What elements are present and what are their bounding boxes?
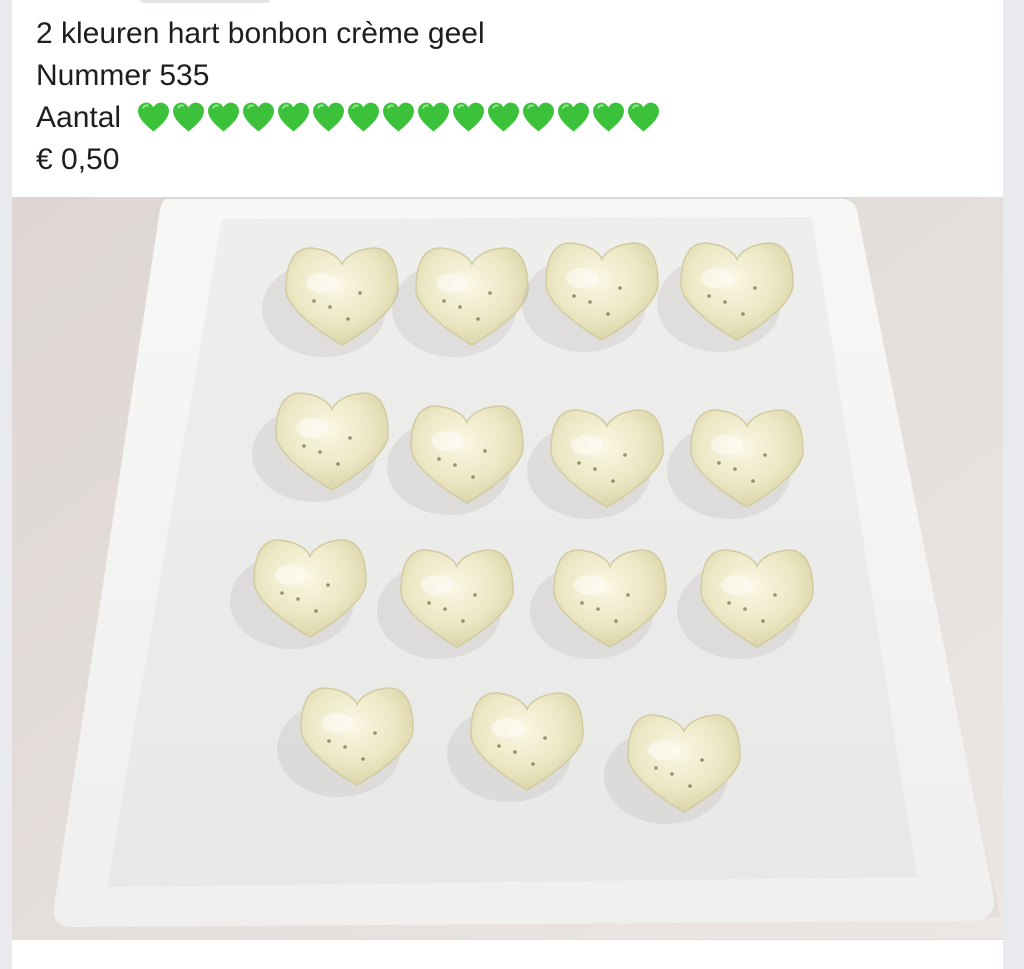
post-title: 2 kleuren hart bonbon crème geel: [36, 17, 485, 50]
green-heart-icon: [628, 102, 660, 132]
green-heart-icon: [243, 102, 275, 132]
quantity-hearts: [137, 101, 662, 133]
green-heart-icon: [523, 102, 555, 132]
page: 2 kleuren hart bonbon crème geel Nummer …: [0, 0, 1024, 969]
quantity-line: Aantal: [36, 97, 662, 139]
quantity-label: Aantal: [36, 101, 122, 134]
green-heart-icon: [313, 102, 345, 132]
post-card: 2 kleuren hart bonbon crème geel Nummer …: [12, 0, 1003, 969]
product-photo[interactable]: [12, 197, 1003, 939]
green-heart-icon: [418, 102, 450, 132]
header-edge: [140, 0, 270, 3]
green-heart-icon: [208, 102, 240, 132]
green-heart-icon: [593, 102, 625, 132]
green-heart-icon: [348, 102, 380, 132]
green-heart-icon: [138, 102, 170, 132]
green-heart-icon: [278, 102, 310, 132]
green-heart-icon: [173, 102, 205, 132]
product-number: Nummer 535: [36, 59, 210, 92]
green-heart-icon: [453, 102, 485, 132]
post-text: 2 kleuren hart bonbon crème geel Nummer …: [36, 13, 662, 181]
green-heart-icon: [383, 102, 415, 132]
price: € 0,50: [36, 143, 120, 176]
green-heart-icon: [558, 102, 590, 132]
bonbon-plate-image: [12, 197, 1003, 939]
green-heart-icon: [488, 102, 520, 132]
post-footer: [12, 939, 1003, 969]
